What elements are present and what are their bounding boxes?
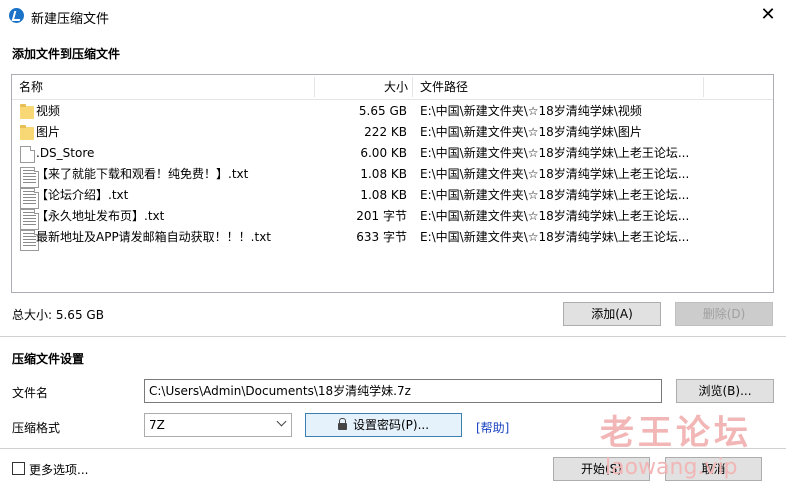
item-path: E:\中国\新建文件夹\☆18岁清纯学妹\上老王论坛... xyxy=(420,209,690,223)
add-button[interactable]: 添加(A) xyxy=(563,302,661,326)
list-item[interactable]: .DS_Store 6.00 KB E:\中国\新建文件夹\☆18岁清纯学妹\上老王… xyxy=(12,143,773,164)
item-size: 633 字节 xyxy=(356,230,407,244)
item-path: E:\中国\新建文件夹\☆18岁清纯学妹\上老王论坛... xyxy=(420,230,690,244)
set-password-label: 设置密码(P)... xyxy=(352,418,430,432)
column-divider[interactable] xyxy=(412,77,413,97)
section-divider xyxy=(0,336,786,337)
browse-button[interactable]: 浏览(B)... xyxy=(676,379,774,403)
item-name: 【来了就能下载和观看！纯免费！】.txt xyxy=(36,167,249,181)
lock-icon xyxy=(337,418,347,430)
file-list-header: 名称 大小 文件路径 xyxy=(12,75,773,100)
item-name: .DS_Store xyxy=(36,146,95,160)
item-size: 222 KB xyxy=(364,125,407,139)
column-header-size[interactable]: 大小 xyxy=(384,75,408,99)
format-value: 7Z xyxy=(149,418,165,432)
watermark-logo: 老王论坛 xyxy=(600,413,752,453)
item-path: E:\中国\新建文件夹\☆18岁清纯学妹\图片 xyxy=(420,125,642,139)
app-icon xyxy=(9,8,24,23)
item-name: 【论坛介绍】.txt xyxy=(36,188,129,202)
item-size: 1.08 KB xyxy=(360,167,407,181)
item-size: 1.08 KB xyxy=(360,188,407,202)
folder-icon xyxy=(20,125,34,140)
filename-input[interactable]: C:\Users\Admin\Documents\18岁清纯学妹.7z xyxy=(144,379,662,403)
item-name: 图片 xyxy=(36,125,61,139)
file-icon xyxy=(20,146,35,163)
column-header-name[interactable]: 名称 xyxy=(19,75,43,99)
total-size-label: 总大小: 5.65 GB xyxy=(12,308,104,322)
watermark-url: laowang.vip xyxy=(605,455,738,480)
item-path: E:\中国\新建文件夹\☆18岁清纯学妹\上老王论坛... xyxy=(420,188,690,202)
format-select[interactable]: 7Z xyxy=(144,413,292,437)
list-item[interactable]: 【永久地址发布页】.txt 201 字节 E:\中国\新建文件夹\☆18岁清纯学妹\… xyxy=(12,206,773,230)
item-name: 最新地址及APP请发邮箱自动获取！！！.txt xyxy=(36,230,272,244)
item-path: E:\中国\新建文件夹\☆18岁清纯学妹\上老王论坛... xyxy=(420,167,690,181)
list-item[interactable]: 最新地址及APP请发邮箱自动获取！！！.txt 633 字节 E:\中国\新建文件夹… xyxy=(12,227,773,251)
settings-heading: 压缩文件设置 xyxy=(12,352,85,366)
file-list[interactable]: 名称 大小 文件路径 视频 5.65 GB E:\中国\新建文件夹\☆18岁清纯学妹… xyxy=(11,74,774,293)
column-header-path[interactable]: 文件路径 xyxy=(420,75,468,99)
list-item[interactable]: 【来了就能下载和观看！纯免费！】.txt 1.08 KB E:\中国\新建文件夹\☆… xyxy=(12,164,773,188)
list-item[interactable]: 视频 5.65 GB E:\中国\新建文件夹\☆18岁清纯学妹\视频 xyxy=(12,101,773,122)
chevron-down-icon xyxy=(276,416,287,427)
more-options-label[interactable]: 更多选项... xyxy=(29,461,88,478)
title-bar xyxy=(0,0,786,31)
item-path: E:\中国\新建文件夹\☆18岁清纯学妹\视频 xyxy=(420,104,642,118)
column-divider[interactable] xyxy=(314,77,315,97)
delete-button[interactable]: 删除(D) xyxy=(675,302,773,326)
close-button[interactable]: ✕ xyxy=(756,4,780,26)
window-title: 新建压缩文件 xyxy=(31,12,110,27)
set-password-button[interactable]: 设置密码(P)... xyxy=(305,413,462,437)
item-name: 视频 xyxy=(36,104,61,118)
item-path: E:\中国\新建文件夹\☆18岁清纯学妹\上老王论坛... xyxy=(420,146,690,160)
item-size: 6.00 KB xyxy=(360,146,407,160)
format-label: 压缩格式 xyxy=(12,421,61,435)
add-files-heading: 添加文件到压缩文件 xyxy=(12,47,121,61)
item-name: 【永久地址发布页】.txt xyxy=(36,209,165,223)
filename-label: 文件名 xyxy=(12,386,49,400)
help-link[interactable]: [帮助] xyxy=(476,419,509,436)
list-item[interactable]: 【论坛介绍】.txt 1.08 KB E:\中国\新建文件夹\☆18岁清纯学妹\上老… xyxy=(12,185,773,209)
item-size: 201 字节 xyxy=(356,209,407,223)
folder-icon xyxy=(20,104,34,119)
more-options-checkbox[interactable] xyxy=(12,462,25,475)
item-size: 5.65 GB xyxy=(358,104,407,118)
list-item[interactable]: 图片 222 KB E:\中国\新建文件夹\☆18岁清纯学妹\图片 xyxy=(12,122,773,143)
column-divider[interactable] xyxy=(703,77,704,97)
